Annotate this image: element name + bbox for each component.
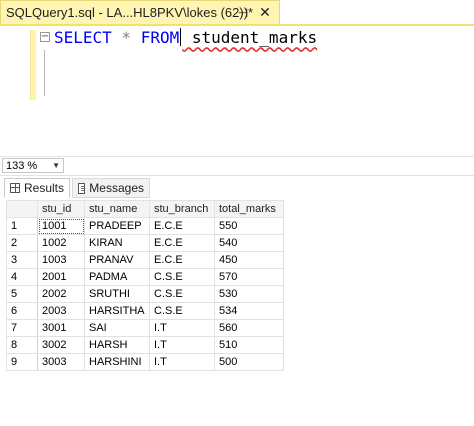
document-tab-strip: SQLQuery1.sql - LA...HL8PKV\lokes (62))*… (0, 0, 474, 26)
keyword-from: FROM (140, 27, 180, 47)
results-grid: stu_id stu_name stu_branch total_marks 1… (6, 200, 284, 371)
row-number[interactable]: 7 (6, 319, 38, 337)
cell-total-marks[interactable]: 530 (214, 285, 284, 303)
table-row[interactable]: 8 3002 HARSH I.T 510 (6, 336, 284, 354)
table-row[interactable]: 4 2001 PADMA C.S.E 570 (6, 268, 284, 286)
tab-results-label: Results (23, 181, 64, 195)
row-number[interactable]: 3 (6, 251, 38, 269)
cell-stu-id[interactable]: 2003 (37, 302, 85, 320)
row-number[interactable]: 9 (6, 353, 38, 371)
cell-stu-branch[interactable]: E.C.E (149, 234, 215, 252)
text-caret (180, 28, 182, 46)
table-row[interactable]: 2 1002 KIRAN E.C.E 540 (6, 234, 284, 252)
cell-total-marks[interactable]: 450 (214, 251, 284, 269)
cell-stu-branch[interactable]: C.S.E (149, 302, 215, 320)
cell-stu-id[interactable]: 2002 (37, 285, 85, 303)
cell-stu-name[interactable]: PRANAV (84, 251, 150, 269)
star-operator: * (111, 27, 141, 47)
table-row[interactable]: 1 1001 PRADEEP E.C.E 550 (6, 217, 284, 235)
fold-guide (44, 50, 45, 96)
table-row[interactable]: 5 2002 SRUTHI C.S.E 530 (6, 285, 284, 303)
cell-stu-branch[interactable]: I.T (149, 319, 215, 337)
cell-stu-name[interactable]: HARSITHA (84, 302, 150, 320)
table-identifier: student_marks (182, 27, 318, 47)
row-number[interactable]: 8 (6, 336, 38, 354)
cell-stu-name[interactable]: HARSH (84, 336, 150, 354)
cell-stu-id[interactable]: 3002 (37, 336, 85, 354)
cell-stu-id[interactable]: 1002 (37, 234, 85, 252)
column-header-stu-branch[interactable]: stu_branch (149, 200, 215, 218)
cell-stu-id[interactable]: 3001 (37, 319, 85, 337)
zoom-dropdown[interactable]: 133 % ▼ (2, 158, 64, 173)
column-header-total-marks[interactable]: total_marks (214, 200, 284, 218)
cell-total-marks[interactable]: 540 (214, 234, 284, 252)
cell-stu-name[interactable]: SRUTHI (84, 285, 150, 303)
table-row[interactable]: 9 3003 HARSHINI I.T 500 (6, 353, 284, 371)
table-row[interactable]: 3 1003 PRANAV E.C.E 450 (6, 251, 284, 269)
cell-stu-id[interactable]: 2001 (37, 268, 85, 286)
results-pane: stu_id stu_name stu_branch total_marks 1… (0, 198, 474, 426)
cell-stu-branch[interactable]: I.T (149, 336, 215, 354)
tab-results[interactable]: Results (4, 178, 70, 198)
zoom-bar: 133 % ▼ (0, 156, 474, 176)
row-number[interactable]: 6 (6, 302, 38, 320)
cell-stu-id[interactable]: 3003 (37, 353, 85, 371)
pin-icon[interactable]: ⊣ (236, 6, 250, 20)
table-row[interactable]: 6 2003 HARSITHA C.S.E 534 (6, 302, 284, 320)
grid-corner[interactable] (6, 200, 38, 218)
cell-total-marks[interactable]: 570 (214, 268, 284, 286)
row-number[interactable]: 1 (6, 217, 38, 235)
results-tab-strip: Results Messages (0, 176, 474, 199)
cell-stu-branch[interactable]: C.S.E (149, 268, 215, 286)
table-row[interactable]: 7 3001 SAI I.T 560 (6, 319, 284, 337)
zoom-value: 133 % (6, 159, 38, 172)
column-header-stu-name[interactable]: stu_name (84, 200, 150, 218)
row-number[interactable]: 5 (6, 285, 38, 303)
cell-stu-branch[interactable]: E.C.E (149, 217, 215, 235)
cell-stu-branch[interactable]: C.S.E (149, 285, 215, 303)
cell-stu-id[interactable]: 1003 (37, 251, 85, 269)
tab-actions: ⊣ ✕ (236, 0, 272, 25)
cell-total-marks[interactable]: 560 (214, 319, 284, 337)
sql-editor[interactable]: − SELECT * FROM student_marks (0, 26, 474, 156)
row-number[interactable]: 2 (6, 234, 38, 252)
column-header-stu-id[interactable]: stu_id (37, 200, 85, 218)
cell-total-marks[interactable]: 500 (214, 353, 284, 371)
cell-stu-name[interactable]: PADMA (84, 268, 150, 286)
collapse-icon[interactable]: − (40, 32, 50, 42)
query-tab-title: SQLQuery1.sql - LA...HL8PKV\lokes (62))* (6, 5, 254, 20)
chevron-down-icon: ▼ (52, 161, 60, 170)
close-icon[interactable]: ✕ (258, 4, 272, 20)
cell-total-marks[interactable]: 534 (214, 302, 284, 320)
cell-stu-name[interactable]: PRADEEP (84, 217, 150, 235)
cell-stu-branch[interactable]: E.C.E (149, 251, 215, 269)
keyword-select: SELECT (54, 27, 112, 47)
code-line-1[interactable]: − SELECT * FROM student_marks (40, 26, 317, 48)
grid-header-row: stu_id stu_name stu_branch total_marks (6, 200, 284, 218)
tab-messages[interactable]: Messages (72, 178, 150, 198)
cell-stu-id[interactable]: 1001 (37, 217, 85, 235)
row-number[interactable]: 4 (6, 268, 38, 286)
change-tracking-bar (30, 30, 36, 100)
cell-total-marks[interactable]: 550 (214, 217, 284, 235)
cell-stu-name[interactable]: SAI (84, 319, 150, 337)
cell-total-marks[interactable]: 510 (214, 336, 284, 354)
tab-messages-label: Messages (89, 181, 144, 195)
cell-stu-name[interactable]: HARSHINI (84, 353, 150, 371)
grid-icon (10, 183, 20, 193)
cell-stu-branch[interactable]: I.T (149, 353, 215, 371)
cell-stu-name[interactable]: KIRAN (84, 234, 150, 252)
messages-icon (78, 182, 86, 194)
